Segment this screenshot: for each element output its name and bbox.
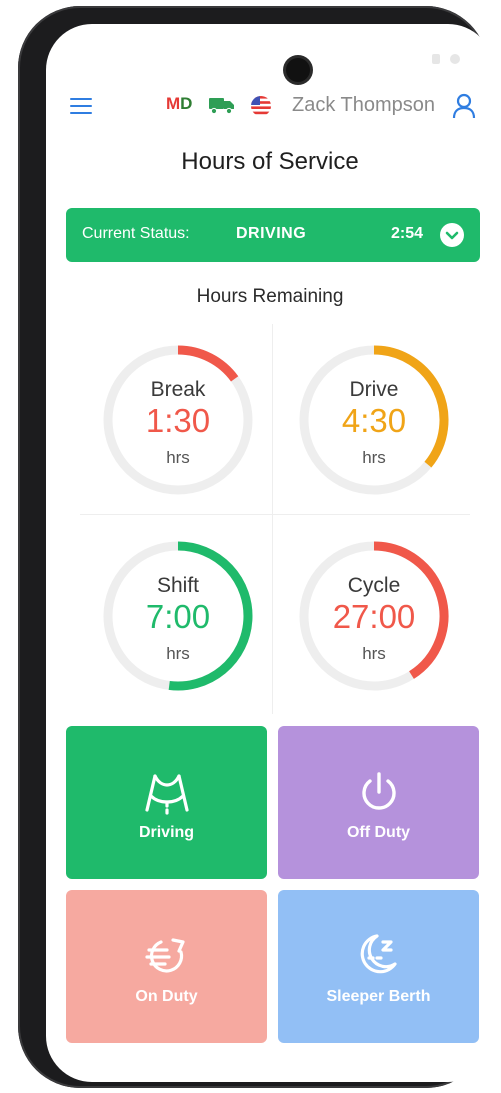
phone-screen: MD Zack Thompson Hours of Service Curren… bbox=[46, 24, 494, 1082]
sleeper-berth-status-button[interactable]: Sleeper Berth bbox=[278, 890, 479, 1043]
gauge-unit: hrs bbox=[166, 448, 190, 467]
us-flag-icon bbox=[251, 96, 271, 116]
gauge-name: Shift bbox=[156, 574, 200, 597]
user-name[interactable]: Zack Thompson bbox=[292, 94, 435, 117]
hours-remaining-label: Hours Remaining bbox=[196, 286, 344, 307]
sensor bbox=[432, 54, 440, 64]
state-badge-first: M bbox=[166, 94, 181, 113]
phone-frame: MD Zack Thompson Hours of Service Curren… bbox=[18, 6, 494, 1088]
user-profile-icon[interactable] bbox=[452, 93, 476, 119]
state-badge: MD bbox=[166, 94, 192, 114]
status-label: Current Status: bbox=[82, 225, 190, 242]
gauge-value: 27:00 bbox=[332, 598, 416, 635]
truck-icon bbox=[209, 98, 234, 114]
app-header: MD Zack Thompson bbox=[46, 84, 494, 128]
on-duty-status-button[interactable]: On Duty bbox=[66, 890, 267, 1043]
drive-gauge: Drive 4:30 hrs bbox=[294, 340, 454, 500]
gauge-name: Cycle bbox=[347, 574, 401, 597]
sensor bbox=[450, 54, 460, 64]
status-value: DRIVING bbox=[236, 225, 307, 242]
gauge-value: 4:30 bbox=[341, 402, 407, 439]
tile-label: On Duty bbox=[135, 988, 198, 1005]
gauge-unit: hrs bbox=[362, 448, 386, 467]
tile-label: Sleeper Berth bbox=[326, 988, 431, 1005]
gauge-arc bbox=[177, 345, 239, 382]
state-badge-second: D bbox=[180, 94, 193, 113]
tile-label: Driving bbox=[138, 824, 195, 841]
break-gauge: Break 1:30 hrs bbox=[98, 340, 258, 500]
page-title: Hours of Service bbox=[181, 148, 359, 175]
status-time: 2:54 bbox=[391, 225, 424, 242]
gauge-value: 7:00 bbox=[145, 598, 211, 635]
tile-label: Off Duty bbox=[346, 824, 411, 841]
road-icon bbox=[145, 774, 189, 815]
hamburger-menu-icon[interactable] bbox=[70, 98, 92, 114]
current-status-bar[interactable]: Current Status: DRIVING 2:54 bbox=[66, 208, 480, 262]
moon-sleep-icon bbox=[360, 934, 397, 974]
shift-gauge: Shift 7:00 hrs bbox=[98, 536, 258, 696]
power-icon bbox=[362, 772, 396, 810]
gauge-value: 1:30 bbox=[145, 402, 211, 439]
grid-divider bbox=[272, 324, 273, 714]
off-duty-status-button[interactable]: Off Duty bbox=[278, 726, 479, 879]
driving-status-button[interactable]: Driving bbox=[66, 726, 267, 879]
gauge-name: Drive bbox=[349, 378, 399, 401]
gauge-name: Break bbox=[150, 378, 206, 401]
clock-arrow-icon bbox=[145, 938, 185, 973]
grid-divider bbox=[80, 514, 470, 515]
gauge-unit: hrs bbox=[166, 644, 190, 663]
chevron-down-icon[interactable] bbox=[440, 223, 464, 247]
front-camera bbox=[286, 58, 310, 82]
gauge-unit: hrs bbox=[362, 644, 386, 663]
cycle-gauge: Cycle 27:00 hrs bbox=[294, 536, 454, 696]
